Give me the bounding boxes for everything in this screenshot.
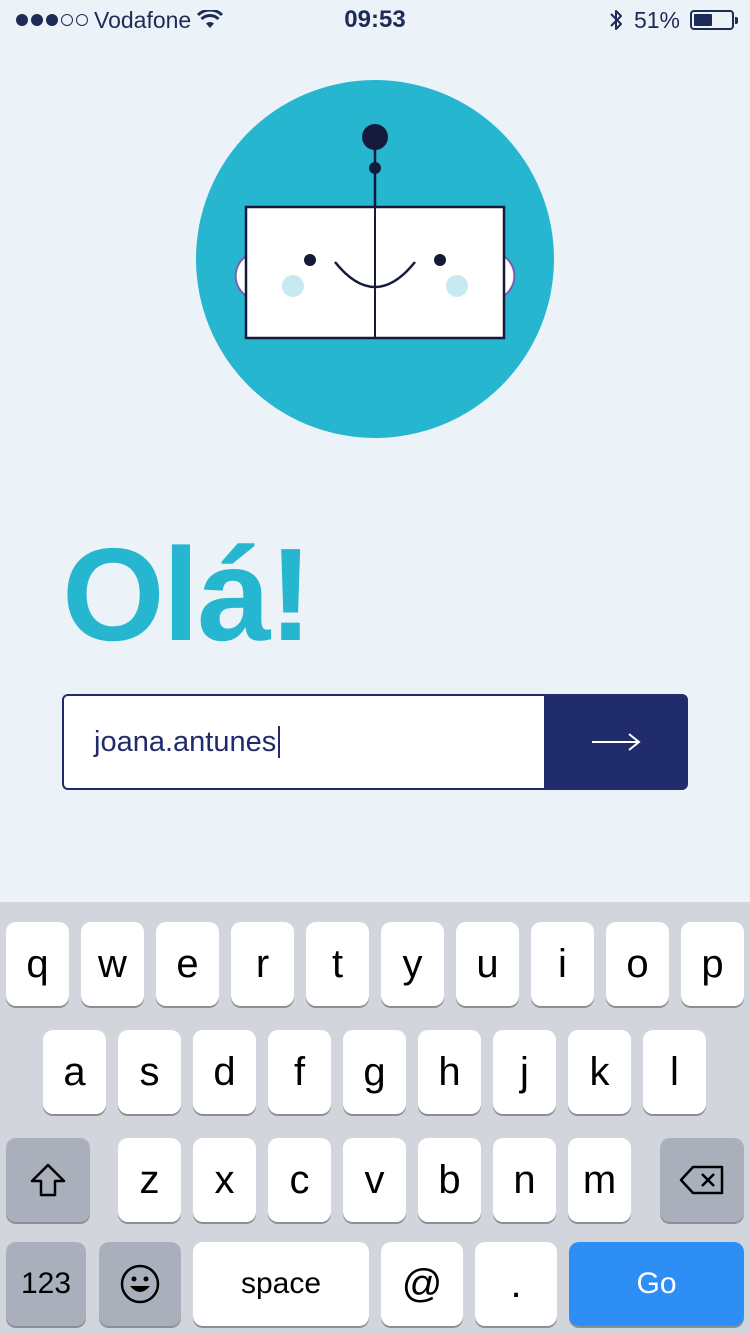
- key-u[interactable]: u: [456, 922, 519, 1006]
- key-z[interactable]: z: [118, 1138, 181, 1222]
- key-p[interactable]: p: [681, 922, 744, 1006]
- key-r[interactable]: r: [231, 922, 294, 1006]
- onscreen-keyboard: qwertyuiop asdfghjkl zxcvbnm 123 space @…: [0, 902, 750, 1334]
- login-form: joana.antunes: [62, 694, 688, 790]
- key-e[interactable]: e: [156, 922, 219, 1006]
- key-v[interactable]: v: [343, 1138, 406, 1222]
- battery-icon: [690, 10, 738, 30]
- numbers-key[interactable]: 123: [6, 1242, 86, 1326]
- submit-button[interactable]: [544, 694, 688, 790]
- emoji-key[interactable]: [99, 1242, 181, 1326]
- backspace-key[interactable]: [660, 1138, 744, 1222]
- key-m[interactable]: m: [568, 1138, 631, 1222]
- key-x[interactable]: x: [193, 1138, 256, 1222]
- username-value: joana.antunes: [94, 725, 277, 758]
- key-d[interactable]: d: [193, 1030, 256, 1114]
- shift-icon: [30, 1163, 66, 1197]
- period-key[interactable]: .: [475, 1242, 557, 1326]
- text-caret: [278, 726, 281, 758]
- emoji-icon: [120, 1264, 160, 1304]
- key-h[interactable]: h: [418, 1030, 481, 1114]
- key-c[interactable]: c: [268, 1138, 331, 1222]
- key-w[interactable]: w: [81, 922, 144, 1006]
- go-key[interactable]: Go: [569, 1242, 744, 1326]
- key-s[interactable]: s: [118, 1030, 181, 1114]
- username-input[interactable]: joana.antunes: [62, 694, 544, 790]
- shift-key[interactable]: [6, 1138, 90, 1222]
- key-g[interactable]: g: [343, 1030, 406, 1114]
- space-key[interactable]: space: [193, 1242, 369, 1326]
- status-bar: Vodafone 09:53 51%: [0, 0, 750, 40]
- key-l[interactable]: l: [643, 1030, 706, 1114]
- key-n[interactable]: n: [493, 1138, 556, 1222]
- key-b[interactable]: b: [418, 1138, 481, 1222]
- key-y[interactable]: y: [381, 922, 444, 1006]
- robot-illustration: [196, 80, 554, 438]
- backspace-icon: [679, 1165, 724, 1195]
- key-t[interactable]: t: [306, 922, 369, 1006]
- key-f[interactable]: f: [268, 1030, 331, 1114]
- battery-percent: 51%: [633, 6, 680, 33]
- arrow-right-icon: [592, 733, 641, 751]
- key-i[interactable]: i: [531, 922, 594, 1006]
- bluetooth-icon: [610, 10, 622, 30]
- key-q[interactable]: q: [6, 922, 69, 1006]
- key-a[interactable]: a: [43, 1030, 106, 1114]
- key-k[interactable]: k: [568, 1030, 631, 1114]
- key-o[interactable]: o: [606, 922, 669, 1006]
- key-j[interactable]: j: [493, 1030, 556, 1114]
- at-key[interactable]: @: [381, 1242, 463, 1326]
- status-right: 51%: [608, 6, 738, 34]
- greeting-title: Olá!: [62, 521, 313, 668]
